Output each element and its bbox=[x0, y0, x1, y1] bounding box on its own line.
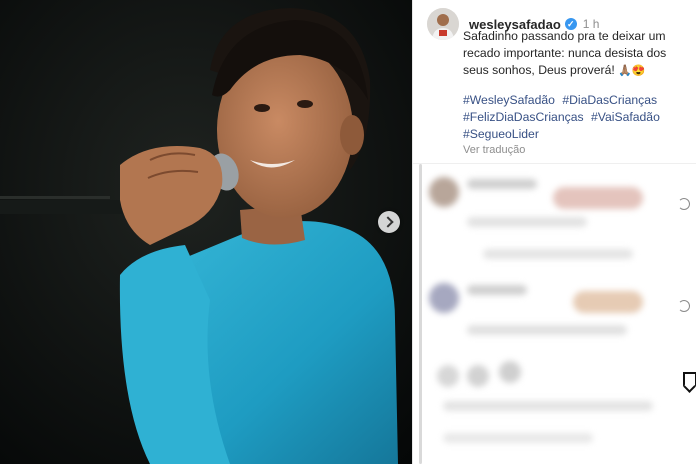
post-photo bbox=[0, 0, 412, 464]
see-translation-link[interactable]: Ver tradução bbox=[463, 144, 525, 156]
hashtag-link[interactable]: #VaiSafadão bbox=[591, 110, 660, 124]
comment-avatar bbox=[499, 361, 521, 383]
hashtag-link[interactable]: #FelizDiaDasCrianças bbox=[463, 110, 584, 124]
reply-icon[interactable] bbox=[678, 198, 690, 210]
comment-line bbox=[483, 249, 633, 259]
photo-boy-singing bbox=[0, 0, 412, 464]
hashtag-link[interactable]: #DiaDasCrianças bbox=[562, 93, 657, 107]
comment-avatar bbox=[429, 283, 459, 313]
hashtag-link[interactable]: #SegueoLider bbox=[463, 127, 539, 141]
hashtag-link[interactable]: #WesleySafadão bbox=[463, 93, 555, 107]
avatar-photo bbox=[427, 8, 459, 40]
comment-line bbox=[467, 179, 537, 189]
hashtag-list: #WesleySafadão #DiaDasCrianças #FelizDia… bbox=[463, 92, 691, 143]
comment-line bbox=[443, 433, 593, 443]
comment-avatar bbox=[467, 365, 489, 387]
carousel-next-button[interactable] bbox=[378, 211, 400, 233]
blurred-comments bbox=[413, 165, 696, 464]
bookmark-icon[interactable] bbox=[683, 372, 696, 386]
comment-emoji-blob bbox=[553, 187, 643, 209]
reply-icon[interactable] bbox=[678, 300, 690, 312]
instagram-post: wesleysafadao ✓ 1 h Safadinho passando p… bbox=[0, 0, 696, 464]
caption-emoji: 🙏🏽😍 bbox=[618, 65, 646, 77]
comment-emoji-blob bbox=[573, 291, 643, 313]
comment-line bbox=[467, 217, 587, 227]
comment-line bbox=[467, 325, 627, 335]
comment-avatar bbox=[437, 365, 459, 387]
chevron-right-icon bbox=[382, 216, 394, 228]
post-caption: Safadinho passando pra te deixar um reca… bbox=[463, 28, 691, 143]
comment-line bbox=[467, 285, 527, 295]
comment-line bbox=[443, 401, 653, 411]
divider bbox=[413, 163, 696, 164]
avatar[interactable] bbox=[427, 8, 459, 40]
comment-avatar bbox=[429, 177, 459, 207]
post-side-panel: wesleysafadao ✓ 1 h Safadinho passando p… bbox=[412, 0, 696, 464]
